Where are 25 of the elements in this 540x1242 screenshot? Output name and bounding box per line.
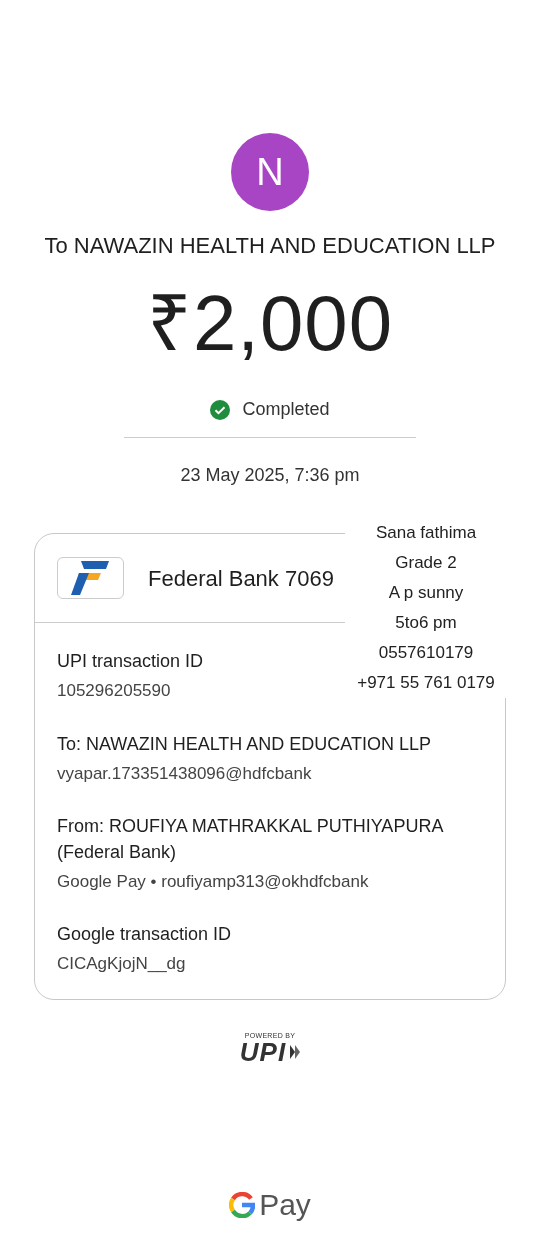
payee-name: To NAWAZIN HEALTH AND EDUCATION LLP: [43, 232, 497, 260]
detail-label: From: ROUFIYA MATHRAKKAL PUTHIYAPURA (Federal Bank): [57, 816, 443, 862]
note-line: 5to6 pm: [394, 612, 458, 634]
bank-logo-icon: [57, 557, 124, 599]
detail-value: vyapar.173351438096@hdfcbank: [57, 763, 312, 783]
google-g-icon: [229, 1192, 256, 1218]
detail-label: Google transaction ID: [57, 924, 232, 945]
detail-label: UPI transaction ID: [57, 651, 204, 671]
avatar: N: [231, 133, 309, 211]
detail-value: Google Pay • roufiyamp313@okhdfcbank: [57, 871, 369, 891]
bank-account: Federal Bank 7069: [148, 564, 334, 593]
status-text: Completed: [242, 398, 330, 421]
note-line: 0557610179: [377, 642, 475, 664]
note-line: +971 55 761 0179: [356, 672, 496, 694]
note-line: Sana fathima: [374, 522, 478, 544]
upi-logo: UPI: [239, 1038, 287, 1065]
date-time: 23 May 2025, 7:36 pm: [179, 464, 361, 487]
detail-label: To: NAWAZIN HEALTH AND EDUCATION LLP: [57, 733, 432, 754]
note-line: A p sunny: [387, 582, 465, 604]
detail-value: CICAgKjojN__dg: [57, 954, 186, 974]
note-line: Grade 2: [394, 552, 458, 574]
arrows-icon: [290, 1044, 301, 1059]
pay-wordmark: Pay: [259, 1190, 311, 1220]
amount: ₹2,000: [145, 284, 395, 362]
detail-value: 105296205590: [57, 681, 171, 701]
